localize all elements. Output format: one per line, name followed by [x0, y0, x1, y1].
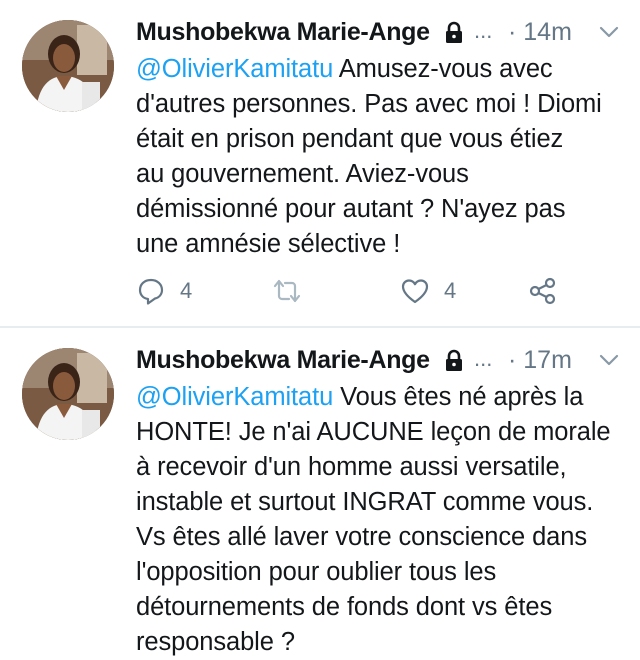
tweet-text-line: démissionné pour autant ? N'ayez pas	[136, 195, 566, 223]
tweet-text-line: Vs êtes allé laver votre conscience dans	[136, 523, 587, 551]
reply-icon	[138, 278, 164, 305]
tweet-text: @OlivierKamitatu Vous êtes né après la H…	[136, 380, 630, 660]
chevron-down-icon[interactable]	[598, 24, 620, 40]
retweet-icon	[273, 279, 301, 303]
tweet[interactable]: Mushobekwa Marie-Ange ... · 17m @Olivier…	[0, 328, 640, 660]
like-count: 4	[444, 278, 457, 303]
tweet-text-line: HONTE! Je n'ai AUCUNE leçon de morale	[136, 418, 611, 446]
tweet-text: @OlivierKamitatu Amusez-vous avec d'autr…	[136, 52, 630, 262]
reply-count: 4	[180, 278, 193, 303]
avatar[interactable]	[22, 20, 114, 112]
share-icon	[529, 277, 556, 305]
tweet-text-line: une amnésie sélective !	[136, 230, 401, 258]
tweet-text-line: instable et surtout INGRAT comme vous.	[136, 488, 594, 516]
mention-link[interactable]: @OlivierKamitatu	[136, 55, 333, 83]
tweet-text-line: à recevoir d'un homme aussi versatile,	[136, 453, 567, 481]
tweet-text-segment: Vous êtes né après la	[333, 383, 584, 411]
avatar[interactable]	[22, 348, 114, 440]
like-icon	[401, 279, 429, 304]
tweet-text-line: détournements de fonds dont vs êtes	[136, 593, 553, 621]
lock-icon	[444, 21, 464, 43]
timestamp[interactable]: · 14m	[508, 18, 572, 47]
tweet-text-line: l'opposition pour oublier tous les	[136, 558, 497, 586]
mention-link[interactable]: @OlivierKamitatu	[136, 383, 333, 411]
lock-icon	[444, 349, 464, 371]
author-name[interactable]: Mushobekwa Marie-Ange	[136, 18, 430, 47]
timestamp[interactable]: · 17m	[508, 346, 572, 375]
tweet-text-line: responsable ?	[136, 628, 295, 656]
author-name[interactable]: Mushobekwa Marie-Ange	[136, 346, 430, 375]
tweet[interactable]: Mushobekwa Marie-Ange ... · 14m @Olivier…	[0, 0, 640, 326]
chevron-down-icon[interactable]	[598, 352, 620, 368]
tweet-text-line: était en prison pendant que vous étiez	[136, 125, 564, 153]
truncation-ellipsis: ...	[474, 18, 493, 43]
tweet-text-line: d'autres personnes. Pas avec moi ! Diomi	[136, 90, 602, 118]
tweet-actions: 4 4	[136, 276, 596, 306]
tweet-text-segment: Amusez-vous avec	[333, 55, 553, 83]
truncation-ellipsis: ...	[474, 346, 493, 371]
tweet-text-line: au gouvernement. Aviez-vous	[136, 160, 469, 188]
